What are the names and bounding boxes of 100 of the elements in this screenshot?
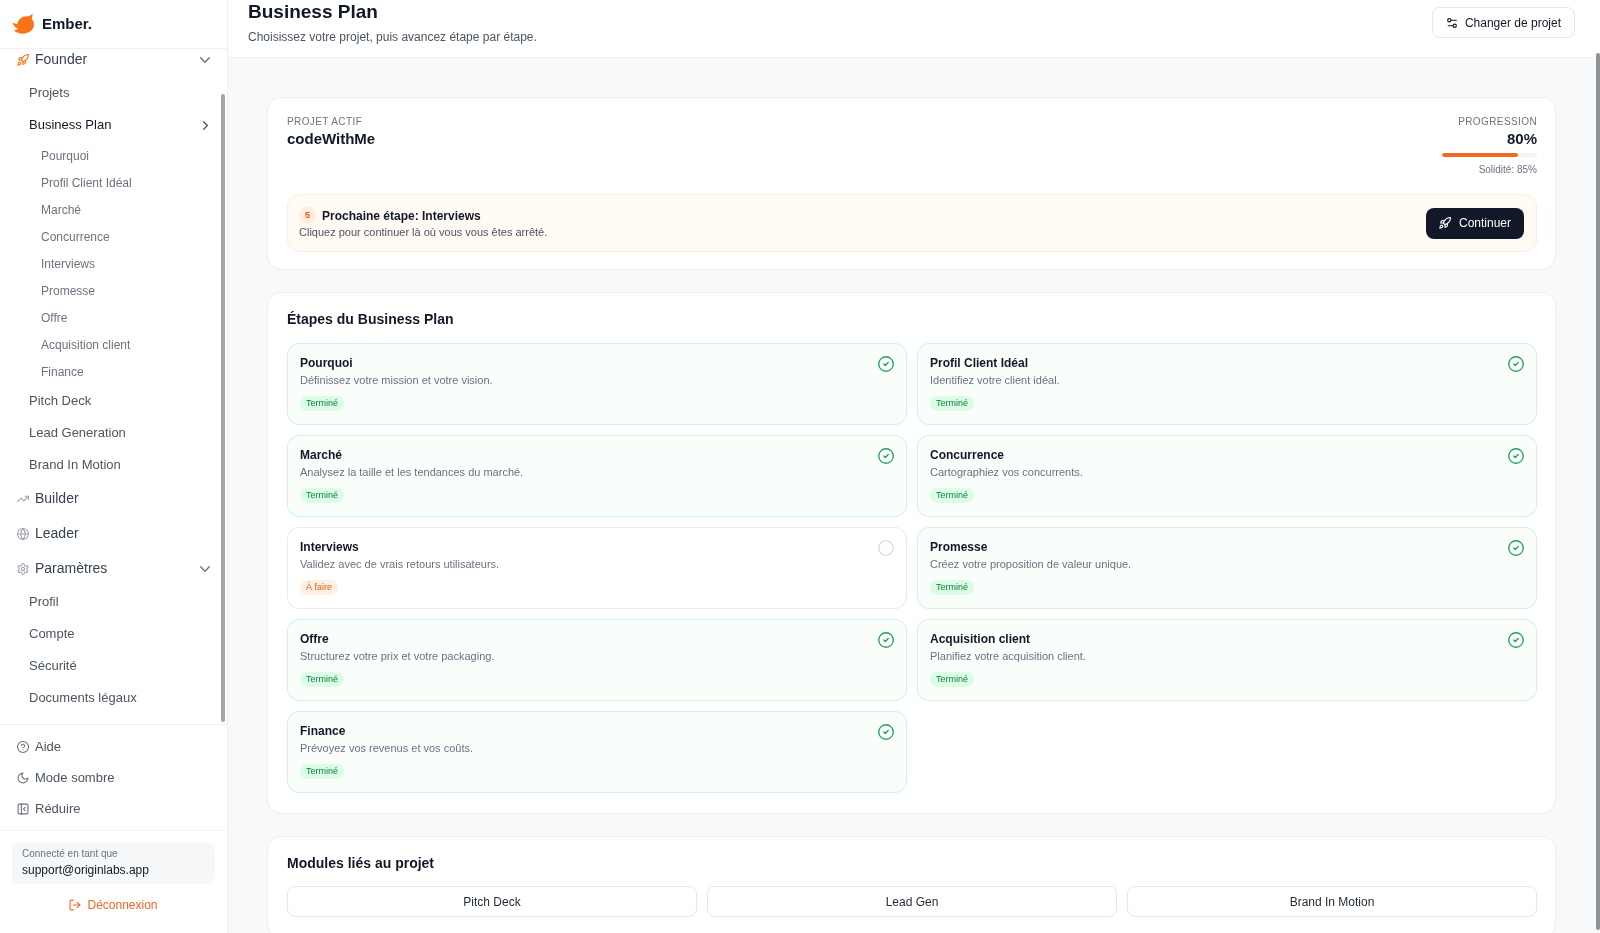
sidebar-section[interactable]: Builder (10, 481, 216, 516)
sidebar-item[interactable]: Lead Generation (10, 417, 216, 449)
status-badge: Terminé (300, 396, 344, 411)
check-circle-icon (1508, 356, 1524, 372)
step-description: Planifiez votre acquisition client. (930, 649, 1086, 663)
change-project-button[interactable]: Changer de projet (1431, 7, 1575, 38)
scrollbar-thumb[interactable] (221, 94, 225, 722)
step-number-badge: 5 (299, 207, 316, 224)
status-badge: Terminé (300, 488, 344, 503)
brand-name: Ember. (42, 13, 93, 34)
step-description: Définissez votre mission et votre vision. (300, 373, 493, 387)
logout-icon (69, 899, 82, 911)
status-badge: À faire (300, 580, 338, 595)
status-badge: Terminé (300, 672, 344, 687)
bird-icon (12, 13, 36, 35)
sidebar-section[interactable]: Leader (10, 516, 216, 551)
step-title: Pourquoi (300, 355, 353, 371)
step-description: Créez votre proposition de valeur unique. (930, 557, 1132, 571)
status-badge: Terminé (930, 396, 974, 411)
continue-button[interactable]: Continuer (1425, 207, 1524, 239)
project-name: codeWithMe (287, 129, 376, 149)
step-description: Identifiez votre client idéal. (930, 373, 1060, 387)
check-circle-icon (1508, 448, 1524, 464)
step-card[interactable]: Offre Structurez votre prix et votre packaging. Terminé (287, 619, 907, 701)
step-card[interactable]: Finance Prévoyez vos revenus et vos coûts. Terminé (287, 711, 907, 793)
step-description: Cartographiez vos concurrents. (930, 465, 1083, 479)
sidebar-footer-item[interactable]: Aide (10, 731, 216, 762)
project-label: PROJET ACTIF (287, 115, 364, 129)
page-title: Business Plan (248, 0, 379, 24)
check-circle-icon (1508, 632, 1524, 648)
sidebar-subitem[interactable]: Marché (10, 196, 216, 223)
step-title: Profil Client Idéal (930, 355, 1028, 371)
status-badge: Terminé (930, 672, 974, 687)
sidebar-subitem[interactable]: Finance (10, 358, 216, 385)
sidebar-subitem[interactable]: Pourquoi (10, 142, 216, 169)
sidebar-item[interactable]: Brand In Motion (10, 449, 216, 481)
solidity-score: Solidité: 85% (1478, 164, 1537, 176)
step-title: Marché (300, 447, 343, 463)
check-circle-icon (878, 724, 894, 740)
scrollbar-thumb[interactable] (1596, 53, 1600, 930)
sidebar-item[interactable]: Documents légaux (10, 682, 216, 714)
step-description: Structurez votre prix et votre packaging. (300, 649, 495, 663)
module-button[interactable]: Brand In Motion (1127, 886, 1537, 917)
check-circle-icon (878, 356, 894, 372)
check-circle-icon (878, 448, 894, 464)
sidebar-subitem[interactable]: Acquisition client (10, 331, 216, 358)
next-step-hint: Cliquez pour continuer là où vous vous êtes arrêté. (299, 225, 548, 239)
sidebar-subitem[interactable]: Interviews (10, 250, 216, 277)
step-description: Analysez la taille et les tendances du marché. (300, 465, 524, 479)
sidebar-section[interactable]: Paramètres (10, 551, 216, 586)
sidebar-item[interactable]: Sécurité (10, 650, 216, 682)
step-card[interactable]: Pourquoi Définissez votre mission et votre vision. Terminé (287, 343, 907, 425)
step-card[interactable]: Concurrence Cartographiez vos concurrents. Terminé (917, 435, 1537, 517)
step-title: Finance (300, 723, 346, 739)
module-button[interactable]: Pitch Deck (287, 886, 697, 917)
question-circle-icon (17, 740, 29, 753)
step-card[interactable]: Interviews Validez avec de vrais retours utilisateurs. À faire (287, 527, 907, 609)
progress-label: PROGRESSION (1458, 115, 1537, 129)
status-badge: Terminé (300, 764, 344, 779)
step-title: Offre (300, 631, 329, 647)
check-circle-icon (1508, 540, 1524, 556)
sidebar-item[interactable]: Business Plan (10, 109, 216, 141)
module-button[interactable]: Lead Gen (707, 886, 1117, 917)
status-badge: Terminé (930, 580, 974, 595)
sidebar-section[interactable]: Founder (10, 49, 216, 77)
status-badge: Terminé (930, 488, 974, 503)
step-card[interactable]: Profil Client Idéal Identifiez votre client idéal. Terminé (917, 343, 1537, 425)
empty-circle-icon (878, 540, 894, 556)
signed-in-caption: Connecté en tant que (22, 847, 119, 861)
next-step-title: Prochaine étape: Interviews (322, 207, 481, 224)
sidebar-item[interactable]: Profil (10, 586, 216, 618)
sidebar-item[interactable]: Projets (10, 77, 216, 109)
rocket-icon (1438, 217, 1451, 229)
sliders-icon (1445, 16, 1458, 29)
step-card[interactable]: Promesse Créez votre proposition de valeur unique. Terminé (917, 527, 1537, 609)
step-title: Promesse (930, 539, 988, 555)
sidebar-item[interactable]: Pitch Deck (10, 385, 216, 417)
sidebar-subitem[interactable]: Concurrence (10, 223, 216, 250)
user-email: support@originlabs.app (22, 862, 150, 879)
sidebar-panel-icon (17, 802, 29, 815)
section-title: Étapes du Business Plan (287, 310, 455, 329)
step-title: Concurrence (930, 447, 1005, 463)
step-title: Acquisition client (930, 631, 1030, 647)
step-card[interactable]: Acquisition client Planifiez votre acquisition client. Terminé (917, 619, 1537, 701)
sidebar-subitem[interactable]: Offre (10, 304, 216, 331)
chevron-right-icon (203, 120, 208, 130)
sidebar-footer-item[interactable]: Mode sombre (10, 762, 216, 793)
section-title: Modules liés au projet (287, 854, 436, 873)
progress-value: 80% (1506, 129, 1537, 149)
step-title: Interviews (300, 539, 359, 555)
sidebar-subitem[interactable]: Profil Client Idéal (10, 169, 216, 196)
step-description: Validez avec de vrais retours utilisateurs. (300, 557, 500, 571)
sidebar-item[interactable]: Compte (10, 618, 216, 650)
check-circle-icon (878, 632, 894, 648)
moon-icon (17, 771, 29, 784)
step-description: Prévoyez vos revenus et vos coûts. (300, 741, 474, 755)
sidebar-footer-item[interactable]: Réduire (10, 793, 216, 824)
sidebar-subitem[interactable]: Promesse (10, 277, 216, 304)
page-subtitle: Choisissez votre projet, puis avancez étape par étape. (248, 29, 537, 45)
step-card[interactable]: Marché Analysez la taille et les tendances du marché. Terminé (287, 435, 907, 517)
